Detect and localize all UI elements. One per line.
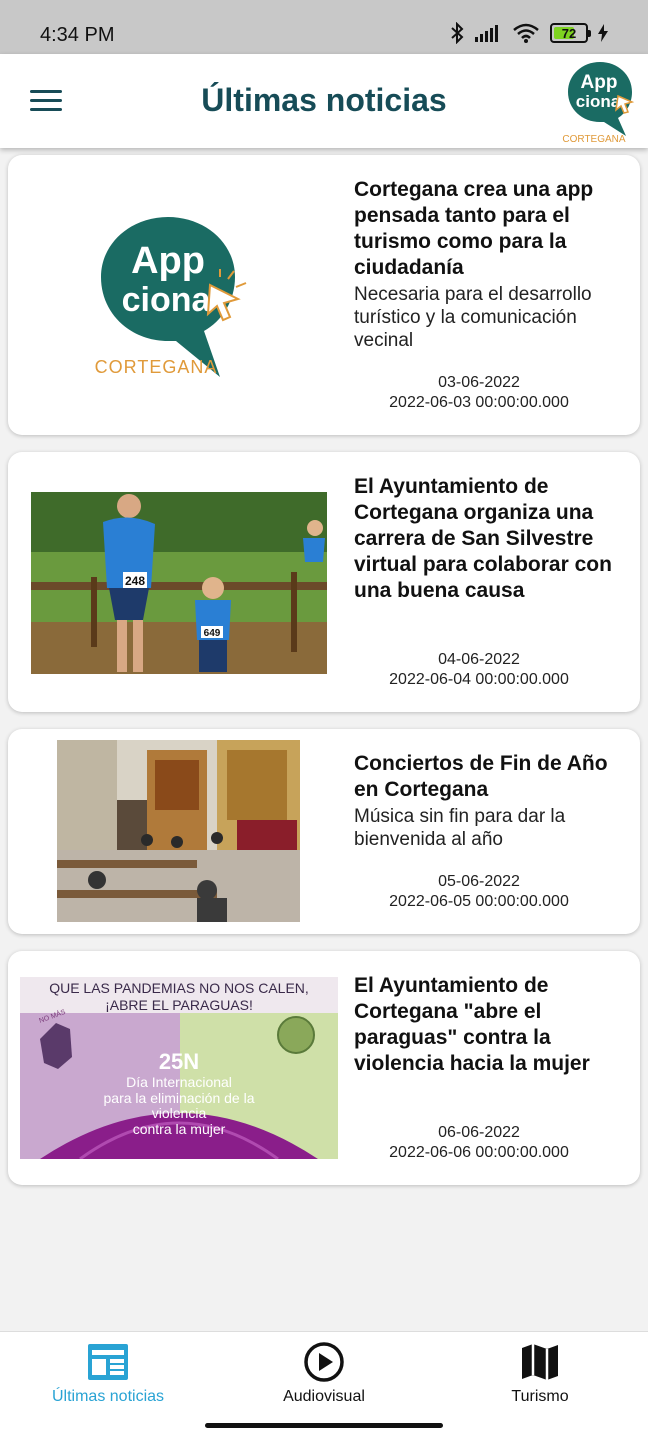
logo-town: CORTEGANA [95, 357, 218, 377]
card-text: Cortegana crea una app pensada tanto par… [354, 177, 626, 352]
status-icons: 72 [450, 22, 608, 44]
logo-town: CORTEGANA [562, 134, 625, 144]
battery-icon: 72 [550, 23, 591, 43]
logo-word-2: ciona [122, 281, 212, 319]
card-subtitle: Música sin fin para dar la bienvenida al… [354, 806, 566, 850]
poster-text: ¡ABRE EL PARAGUAS! [105, 997, 253, 1013]
app-bar: Últimas noticias App ciona CORTEGANA [0, 54, 648, 148]
bib-number: 649 [204, 628, 221, 639]
25n-poster: QUE LAS PANDEMIAS NO NOS CALEN, ¡ABRE EL… [20, 977, 338, 1159]
card-dates: 06-06-2022 2022-06-06 00:00:00.000 [354, 1123, 604, 1163]
card-text: El Ayuntamiento de Cortegana "abre el pa… [354, 973, 626, 1077]
poster-headline: 25N [159, 1049, 199, 1074]
charging-icon [598, 24, 608, 42]
status-bar: 4:34 PM 72 [0, 0, 648, 54]
news-card[interactable]: QUE LAS PANDEMIAS NO NOS CALEN, ¡ABRE EL… [8, 951, 640, 1185]
nav-item-turismo[interactable]: Turismo [432, 1332, 648, 1417]
card-text: Conciertos de Fin de Año en Cortegana Mú… [354, 751, 626, 851]
page-title: Últimas noticias [201, 82, 447, 118]
nav-label: Audiovisual [283, 1388, 365, 1405]
card-date: 06-06-2022 [438, 1124, 520, 1141]
church-concert-photo [57, 740, 300, 922]
bib-number: 248 [125, 574, 145, 588]
logo-word-2: ciona [576, 92, 621, 111]
card-timestamp: 2022-06-04 00:00:00.000 [389, 671, 569, 688]
card-subtitle: Necesaria para el desarrollo turístico y… [354, 284, 592, 351]
status-time: 4:34 PM [40, 24, 115, 46]
card-dates: 04-06-2022 2022-06-04 00:00:00.000 [354, 650, 604, 690]
home-indicator[interactable] [205, 1423, 443, 1428]
poster-text: Día Internacional [126, 1074, 232, 1090]
appciona-logo: App ciona CORTEGANA [562, 62, 635, 144]
poster-text: contra la mujer [133, 1121, 226, 1137]
nav-item-audiovisual[interactable]: Audiovisual [216, 1332, 432, 1417]
news-card[interactable]: App ciona CORTEGANA Cortegana crea una a… [8, 155, 640, 435]
card-text: El Ayuntamiento de Cortegana organiza un… [354, 474, 626, 604]
card-dates: 05-06-2022 2022-06-05 00:00:00.000 [354, 872, 604, 912]
poster-text: violencia [152, 1105, 207, 1121]
card-timestamp: 2022-06-06 00:00:00.000 [389, 1144, 569, 1161]
nav-label: Últimas noticias [51, 1388, 165, 1405]
runners-photo: 248 649 [31, 492, 327, 674]
newspaper-icon [88, 1344, 128, 1380]
logo-word-1: App [581, 72, 618, 93]
poster-text: para la eliminación de la [104, 1090, 255, 1106]
card-headline: El Ayuntamiento de Cortegana "abre el pa… [354, 974, 590, 1075]
bluetooth-icon [451, 22, 464, 44]
logo-word-1: App [131, 240, 205, 282]
card-date: 04-06-2022 [438, 651, 520, 668]
card-date: 05-06-2022 [438, 873, 520, 890]
signal-icon [475, 25, 498, 42]
news-card[interactable]: Conciertos de Fin de Año en Cortegana Mú… [8, 729, 640, 934]
news-card[interactable]: 248 649 El Ayuntamiento de Cortegana org… [8, 452, 640, 712]
play-circle-icon [304, 1342, 344, 1382]
battery-percent: 72 [561, 25, 577, 41]
appciona-logo: App ciona CORTEGANA [95, 217, 247, 377]
card-timestamp: 2022-06-05 00:00:00.000 [389, 893, 569, 910]
nav-label: Turismo [511, 1388, 569, 1405]
card-headline: Conciertos de Fin de Año en Cortegana [354, 752, 608, 801]
card-timestamp: 2022-06-03 00:00:00.000 [389, 394, 569, 411]
nav-item-noticias[interactable]: Últimas noticias [0, 1332, 216, 1417]
card-headline: El Ayuntamiento de Cortegana organiza un… [354, 475, 612, 602]
wifi-icon [513, 23, 539, 43]
map-icon [522, 1344, 558, 1380]
card-headline: Cortegana crea una app pensada tanto par… [354, 178, 594, 279]
poster-text: QUE LAS PANDEMIAS NO NOS CALEN, [49, 980, 309, 996]
card-dates: 03-06-2022 2022-06-03 00:00:00.000 [354, 373, 604, 413]
card-date: 03-06-2022 [438, 374, 520, 391]
